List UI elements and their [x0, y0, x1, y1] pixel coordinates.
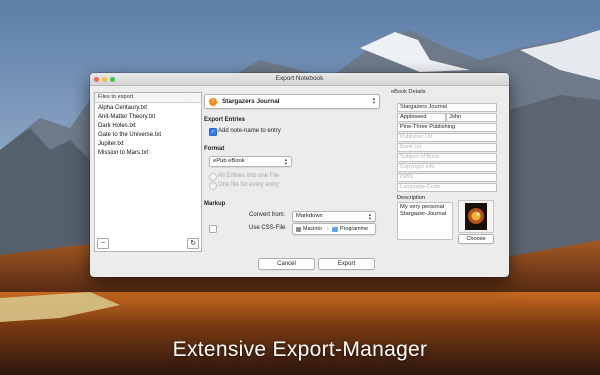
one-file-per-entry-radio[interactable]	[209, 182, 217, 190]
export-button[interactable]: Export	[318, 258, 375, 270]
css-file-path-control[interactable]: Macinto › Programme	[292, 223, 376, 235]
folder-icon	[332, 227, 338, 232]
notebook-select-value: Stargazers Journal	[222, 98, 280, 105]
files-list-header: Files to export ⋮	[95, 93, 201, 103]
convert-from-select[interactable]: Markdown ▲ ▼	[292, 211, 376, 222]
notebook-select[interactable]: ! Stargazers Journal ▲ ▼	[204, 94, 380, 109]
title-bar: Export Notebook	[90, 73, 509, 86]
choose-cover-button[interactable]: Choose	[458, 234, 494, 244]
notebook-icon: !	[209, 97, 217, 106]
all-entries-radio[interactable]	[209, 173, 217, 181]
format-select[interactable]: ePub eBook ▲ ▼	[209, 156, 292, 167]
use-css-file-label: Use CSS-File	[249, 225, 286, 231]
use-css-file-checkbox[interactable]	[209, 225, 217, 233]
author-firstname-field[interactable]: John	[446, 113, 497, 122]
list-item[interactable]: Jupiter.txt	[98, 140, 201, 149]
publisher-field[interactable]: Pine-Three Publishing	[397, 123, 497, 132]
convert-from-label: Convert from:	[249, 212, 286, 218]
list-item[interactable]: Gate to the Universe.txt	[98, 131, 201, 140]
chevron-updown-icon: ▲ ▼	[367, 211, 372, 221]
path-separator-icon: ›	[327, 226, 329, 232]
chevron-updown-icon: ▲ ▼	[283, 156, 288, 166]
book-url-field[interactable]: Book Url	[397, 143, 497, 152]
list-item[interactable]: Alpha Centaury.txt	[98, 104, 201, 113]
ebook-details-heading: eBook Details	[391, 89, 426, 95]
description-textarea[interactable]: My very personal Stargazer-Journal	[397, 202, 453, 240]
list-item[interactable]: Mission to Mars.txt	[98, 149, 201, 158]
chevron-updown-icon: ▲ ▼	[371, 96, 376, 105]
remove-file-button[interactable]: −	[97, 238, 109, 249]
publisher-url-field[interactable]: Publisher Url	[397, 133, 497, 142]
add-note-name-checkbox[interactable]: ✓	[209, 128, 217, 136]
files-to-export-list: Files to export ⋮ Alpha Centaury.txt Ani…	[94, 92, 202, 252]
copyright-field[interactable]: Copyright info	[397, 163, 497, 172]
title-field[interactable]: Stargazers Journal	[397, 103, 497, 112]
css-path-segment: Macinto	[303, 226, 322, 232]
all-entries-label: All Entries into one File	[218, 173, 280, 179]
ebook-details-panel: eBook Details Stargazers Journal Applese…	[391, 89, 498, 252]
cover-image-well[interactable]	[458, 200, 494, 233]
format-heading: Format	[204, 146, 225, 152]
cover-image-thumbnail	[465, 203, 487, 230]
author-lastname-field[interactable]: Appleseed	[397, 113, 446, 122]
hard-drive-icon	[296, 226, 301, 232]
marketing-caption: Extensive Export-Manager	[172, 338, 428, 361]
export-entries-heading: Export Entries	[204, 117, 246, 123]
add-note-name-label: Add note-name to entry	[218, 128, 281, 134]
files-list-header-label: Files to export	[98, 94, 134, 100]
cancel-button[interactable]: Cancel	[258, 258, 315, 270]
subject-field[interactable]: Subject of Book	[397, 153, 497, 162]
description-label: Description	[397, 195, 425, 201]
markup-heading: Markup	[204, 201, 226, 207]
isbn-field[interactable]: ISBN	[397, 173, 497, 182]
minimize-window-icon[interactable]	[102, 76, 107, 82]
one-file-per-entry-label: One file for every entry	[218, 182, 279, 188]
files-list-items: Alpha Centaury.txt Anit-Matter Theory.tx…	[95, 103, 201, 158]
format-select-value: ePub eBook	[213, 158, 245, 164]
refresh-files-button[interactable]: ↻	[187, 238, 199, 249]
convert-from-value: Markdown	[296, 213, 323, 219]
language-code-field[interactable]: Language-Code	[397, 183, 497, 192]
css-path-segment: Programme	[340, 226, 369, 232]
column-grip-icon[interactable]: ⋮	[184, 94, 189, 103]
zoom-window-icon[interactable]	[110, 76, 115, 82]
list-item[interactable]: Dark Holes.txt	[98, 122, 201, 131]
list-item[interactable]: Anit-Matter Theory.txt	[98, 113, 201, 122]
window-title: Export Notebook	[275, 75, 324, 82]
export-notebook-window: Export Notebook Files to export ⋮ Alpha …	[90, 73, 509, 277]
close-window-icon[interactable]	[94, 76, 99, 82]
